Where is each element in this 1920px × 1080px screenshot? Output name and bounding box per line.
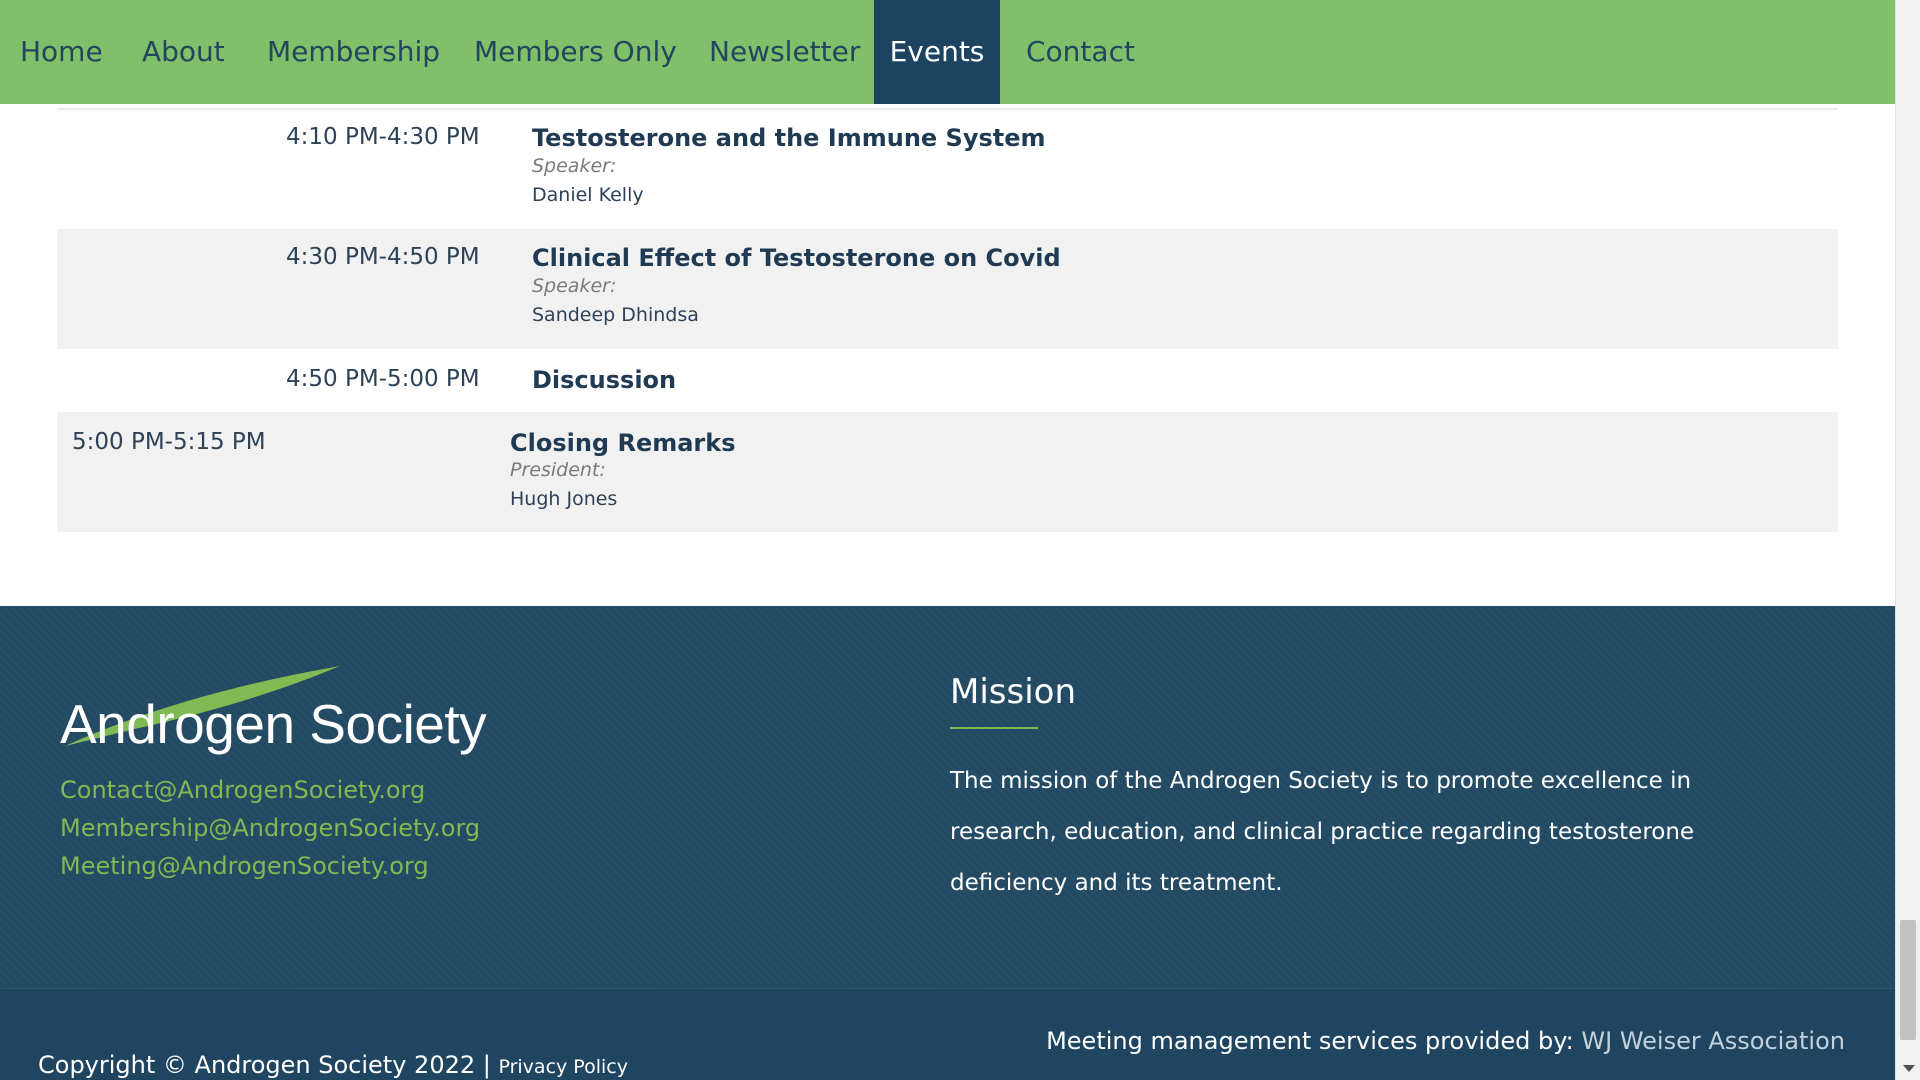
schedule-row: 4:50 PM-5:00 PM Discussion	[57, 349, 1838, 412]
president-label: President:	[510, 459, 606, 481]
content-area: 4:10 PM-4:30 PM Testosterone and the Imm…	[0, 0, 1895, 1080]
speaker-label: Speaker:	[532, 275, 617, 297]
vertical-scrollbar[interactable]	[1895, 0, 1920, 1080]
androgen-society-logo[interactable]: Androgen Society	[60, 664, 487, 764]
site-footer: Androgen Society Contact@AndrogenSociety…	[0, 606, 1895, 988]
nav-membership[interactable]: Membership	[267, 0, 440, 104]
scrollbar-thumb[interactable]	[1900, 920, 1916, 1040]
wj-weiser-link[interactable]: WJ Weiser Association	[1581, 1027, 1845, 1055]
main-nav: Home About Membership Members Only Newsl…	[0, 0, 1895, 104]
page: 4:10 PM-4:30 PM Testosterone and the Imm…	[0, 0, 1920, 1080]
nav-contact[interactable]: Contact	[1026, 0, 1135, 104]
logo-text: Androgen Society	[60, 693, 487, 755]
speaker-label: Speaker:	[532, 155, 617, 177]
session-time: 4:10 PM-4:30 PM	[286, 124, 480, 150]
chevron-down-icon[interactable]	[1903, 1065, 1915, 1072]
nav-newsletter[interactable]: Newsletter	[709, 0, 860, 104]
nav-members-only[interactable]: Members Only	[474, 0, 677, 104]
session-time: 4:50 PM-5:00 PM	[286, 366, 480, 392]
membership-email-link[interactable]: Membership@AndrogenSociety.org	[60, 814, 480, 842]
session-time: 5:00 PM-5:15 PM	[72, 429, 266, 455]
management-credit: Meeting management services provided by:…	[1046, 1027, 1845, 1055]
schedule-row: 5:00 PM-5:15 PM Closing Remarks Presiden…	[57, 412, 1838, 532]
mission-heading: Mission	[950, 672, 1077, 712]
schedule-row: 4:10 PM-4:30 PM Testosterone and the Imm…	[57, 110, 1838, 229]
footer-bottom-bar: Meeting management services provided by:…	[0, 988, 1895, 1080]
president-name: Hugh Jones	[510, 488, 618, 510]
privacy-policy-link[interactable]: Privacy Policy	[498, 1056, 627, 1078]
mission-underline	[950, 727, 1038, 729]
nav-about[interactable]: About	[142, 0, 225, 104]
speaker-name: Sandeep Dhindsa	[532, 304, 699, 326]
speaker-name: Daniel Kelly	[532, 184, 644, 206]
nav-events[interactable]: Events	[874, 0, 1000, 104]
management-credit-text: Meeting management services provided by:	[1046, 1027, 1582, 1055]
session-title: Discussion	[532, 366, 677, 394]
copyright: Copyright © Androgen Society 2022 | Priv…	[38, 1051, 628, 1079]
session-title: Closing Remarks	[510, 429, 736, 457]
schedule-row: 4:30 PM-4:50 PM Clinical Effect of Testo…	[57, 229, 1838, 349]
mission-text: The mission of the Androgen Society is t…	[950, 768, 1695, 896]
session-title: Testosterone and the Immune System	[532, 124, 1046, 152]
contact-email-link[interactable]: Contact@AndrogenSociety.org	[60, 776, 425, 804]
copyright-text: Copyright © Androgen Society 2022 |	[38, 1051, 499, 1079]
meeting-email-link[interactable]: Meeting@AndrogenSociety.org	[60, 852, 429, 880]
session-title: Clinical Effect of Testosterone on Covid	[532, 244, 1061, 272]
session-time: 4:30 PM-4:50 PM	[286, 244, 480, 270]
nav-home[interactable]: Home	[20, 0, 103, 104]
